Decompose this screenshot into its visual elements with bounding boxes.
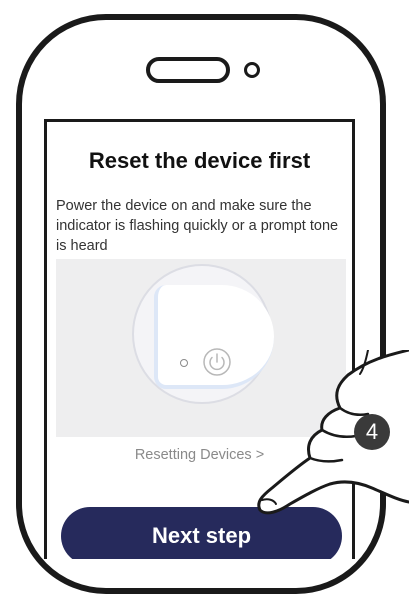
camera-icon — [244, 62, 260, 78]
speaker-icon — [146, 57, 230, 83]
indicator-light-icon — [180, 359, 188, 367]
pointing-hand-icon — [257, 350, 409, 515]
page-title: Reset the device first — [88, 148, 311, 173]
power-icon — [203, 348, 231, 376]
step-number-badge: 4 — [354, 414, 390, 450]
instruction-text: Power the device on and make sure the in… — [56, 198, 339, 254]
